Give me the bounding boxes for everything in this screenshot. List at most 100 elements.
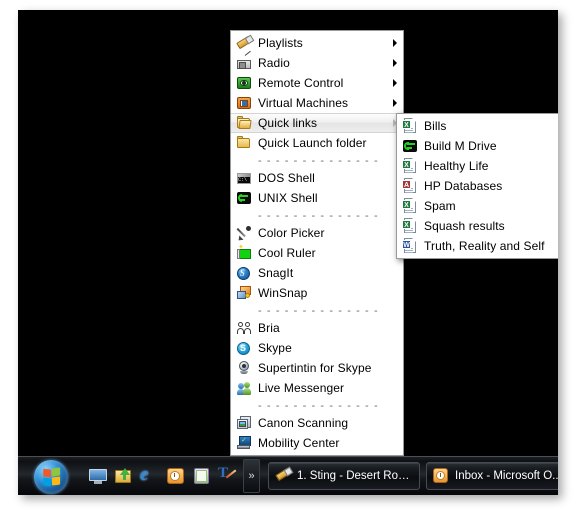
skype-icon: S <box>235 340 253 356</box>
text-pen-icon[interactable]: T <box>218 465 238 486</box>
submenu-item-truth-reality-and-self[interactable]: W Truth, Reality and Self <box>397 236 558 256</box>
remote-control-icon <box>235 75 253 91</box>
menu-item-mobility-center[interactable]: ✓ Mobility Center <box>231 433 403 453</box>
notepad-green-icon[interactable] <box>192 466 212 486</box>
menu-separator-label: - - - - - - - - - - - - - - <box>258 304 379 317</box>
submenu-item-healthy-life[interactable]: X Healthy Life <box>397 156 558 176</box>
menu-item-skype[interactable]: S Skype <box>231 338 403 358</box>
quick-links-folder-icon <box>235 115 253 131</box>
submenu-item-label: Build M Drive <box>424 139 497 153</box>
submenu-item-label: Healthy Life <box>424 159 489 173</box>
submenu-item-build-m-drive[interactable]: Build M Drive <box>397 136 558 156</box>
menu-item-live-messenger[interactable]: Live Messenger <box>231 378 403 398</box>
chevron-right-icon <box>393 59 397 67</box>
menu-item-virtual-machines[interactable]: Virtual Machines <box>231 93 403 113</box>
submenu-item-bills[interactable]: X Bills <box>397 116 558 136</box>
chevron-right-icon <box>393 79 397 87</box>
menu-item-color-picker[interactable]: Color Picker <box>231 223 403 243</box>
submenu-item-label: HP Databases <box>424 179 503 193</box>
quick-launch-bar: e T <box>88 464 238 486</box>
menu-item-winsnap[interactable]: WinSnap <box>231 283 403 303</box>
folder-green-arrow-icon[interactable] <box>114 466 134 486</box>
quick-launch-overflow-button[interactable]: » <box>243 459 260 493</box>
menu-item-label: Virtual Machines <box>258 96 349 110</box>
menu-item-label: Canon Scanning <box>258 416 349 430</box>
show-desktop-icon[interactable] <box>88 466 108 486</box>
screenshot-root: e T » 1. Sting - Desert Ros... Inbox - M… <box>0 0 578 514</box>
dos-shell-icon: C:\ <box>235 170 253 186</box>
menu-item-label: UNIX Shell <box>258 191 318 205</box>
menu-item-unix-shell[interactable]: UNIX Shell <box>231 188 403 208</box>
menu-item-label: Live Messenger <box>258 381 345 395</box>
scanner-icon <box>235 415 253 431</box>
access-shortcut-icon: A <box>401 178 419 194</box>
bria-people-icon <box>235 320 253 336</box>
menu-item-remote-control[interactable]: Remote Control <box>231 73 403 93</box>
radio-icon <box>235 50 253 71</box>
menu-separator-label: - - - - - - - - - - - - - - <box>258 154 379 167</box>
submenu-item-label: Bills <box>424 119 447 133</box>
windows-orb-icon <box>34 460 68 494</box>
outlook-icon[interactable] <box>166 466 186 486</box>
mobility-center-icon: ✓ <box>235 435 253 451</box>
menu-item-label: Cool Ruler <box>258 246 316 260</box>
menu-item-label: WinSnap <box>258 286 308 300</box>
submenu-item-hp-databases[interactable]: A HP Databases <box>397 176 558 196</box>
playlists-icon <box>235 34 255 51</box>
ruler-icon: ✦ <box>235 244 253 261</box>
submenu-item-label: Squash results <box>424 219 505 233</box>
menu-item-dos-shell[interactable]: C:\ DOS Shell <box>231 168 403 188</box>
chevron-right-icon <box>393 99 397 107</box>
menu-item-playlists[interactable]: Playlists <box>231 33 403 53</box>
snagit-icon: S <box>235 265 253 281</box>
menu-item-label: SnagIt <box>258 266 294 280</box>
menu-separator: - - - - - - - - - - - - - - <box>231 303 403 318</box>
webcam-icon <box>235 360 253 376</box>
menu-item-label: Quick Launch folder <box>258 136 367 150</box>
submenu-item-label: Spam <box>424 199 456 213</box>
menu-item-radio[interactable]: Radio <box>231 50 403 73</box>
menu-item-cool-ruler[interactable]: ✦ Cool Ruler <box>231 243 403 263</box>
excel-shortcut-icon: X <box>401 158 419 174</box>
excel-shortcut-icon: X <box>401 198 419 214</box>
menu-separator: - - - - - - - - - - - - - - <box>231 208 403 223</box>
menu-item-label: Color Picker <box>258 226 325 240</box>
folder-icon <box>235 135 253 151</box>
internet-explorer-icon[interactable]: e <box>140 464 160 486</box>
menu-item-supertintin-for-skype[interactable]: Supertintin for Skype <box>231 358 403 378</box>
unix-shell-icon <box>235 190 253 206</box>
virtual-machines-icon <box>235 95 253 111</box>
task-button[interactable]: 1. Sting - Desert Ros... <box>268 462 420 490</box>
submenu-item-spam[interactable]: X Spam <box>397 196 558 216</box>
desktop-background[interactable]: e T » 1. Sting - Desert Ros... Inbox - M… <box>18 10 558 495</box>
menu-item-quick-launch-folder[interactable]: Quick Launch folder <box>231 133 403 153</box>
menu-item-label: Supertintin for Skype <box>258 361 372 375</box>
menu-item-quick-links[interactable]: Quick links <box>231 113 403 133</box>
menu-separator-label: - - - - - - - - - - - - - - <box>258 209 379 222</box>
submenu-item-squash-results[interactable]: X Squash results <box>397 216 558 236</box>
taskbar: e T » 1. Sting - Desert Ros... Inbox - M… <box>18 456 558 495</box>
menu-item-label: DOS Shell <box>258 171 315 185</box>
menu-item-bria[interactable]: Bria <box>231 318 403 338</box>
menu-item-label: Remote Control <box>258 76 344 90</box>
word-shortcut-icon: W <box>401 238 419 254</box>
menu-separator: - - - - - - - - - - - - - - <box>231 398 403 413</box>
unix-shell-icon <box>401 138 419 154</box>
live-messenger-icon <box>235 380 253 396</box>
submenu-item-label: Truth, Reality and Self <box>424 239 545 253</box>
menu-item-snagit[interactable]: S SnagIt <box>231 263 403 283</box>
task-button[interactable]: Inbox - Microsoft O... <box>426 462 558 490</box>
menu-item-label: Radio <box>258 56 290 70</box>
task-button-list: 1. Sting - Desert Ros... Inbox - Microso… <box>268 462 558 490</box>
task-button-label: 1. Sting - Desert Ros... <box>297 470 413 482</box>
menu-item-canon-scanning[interactable]: Canon Scanning <box>231 413 403 433</box>
outlook-icon <box>433 468 449 484</box>
start-button[interactable] <box>32 459 74 494</box>
chevron-right-icon <box>393 39 397 47</box>
excel-shortcut-icon: X <box>401 118 419 134</box>
menu-item-label: Playlists <box>258 36 303 50</box>
menu-separator-label: - - - - - - - - - - - - - - <box>258 399 379 412</box>
menu-item-label: Bria <box>258 321 280 335</box>
menu-item-label: Skype <box>258 341 292 355</box>
winsnap-icon <box>235 285 253 301</box>
